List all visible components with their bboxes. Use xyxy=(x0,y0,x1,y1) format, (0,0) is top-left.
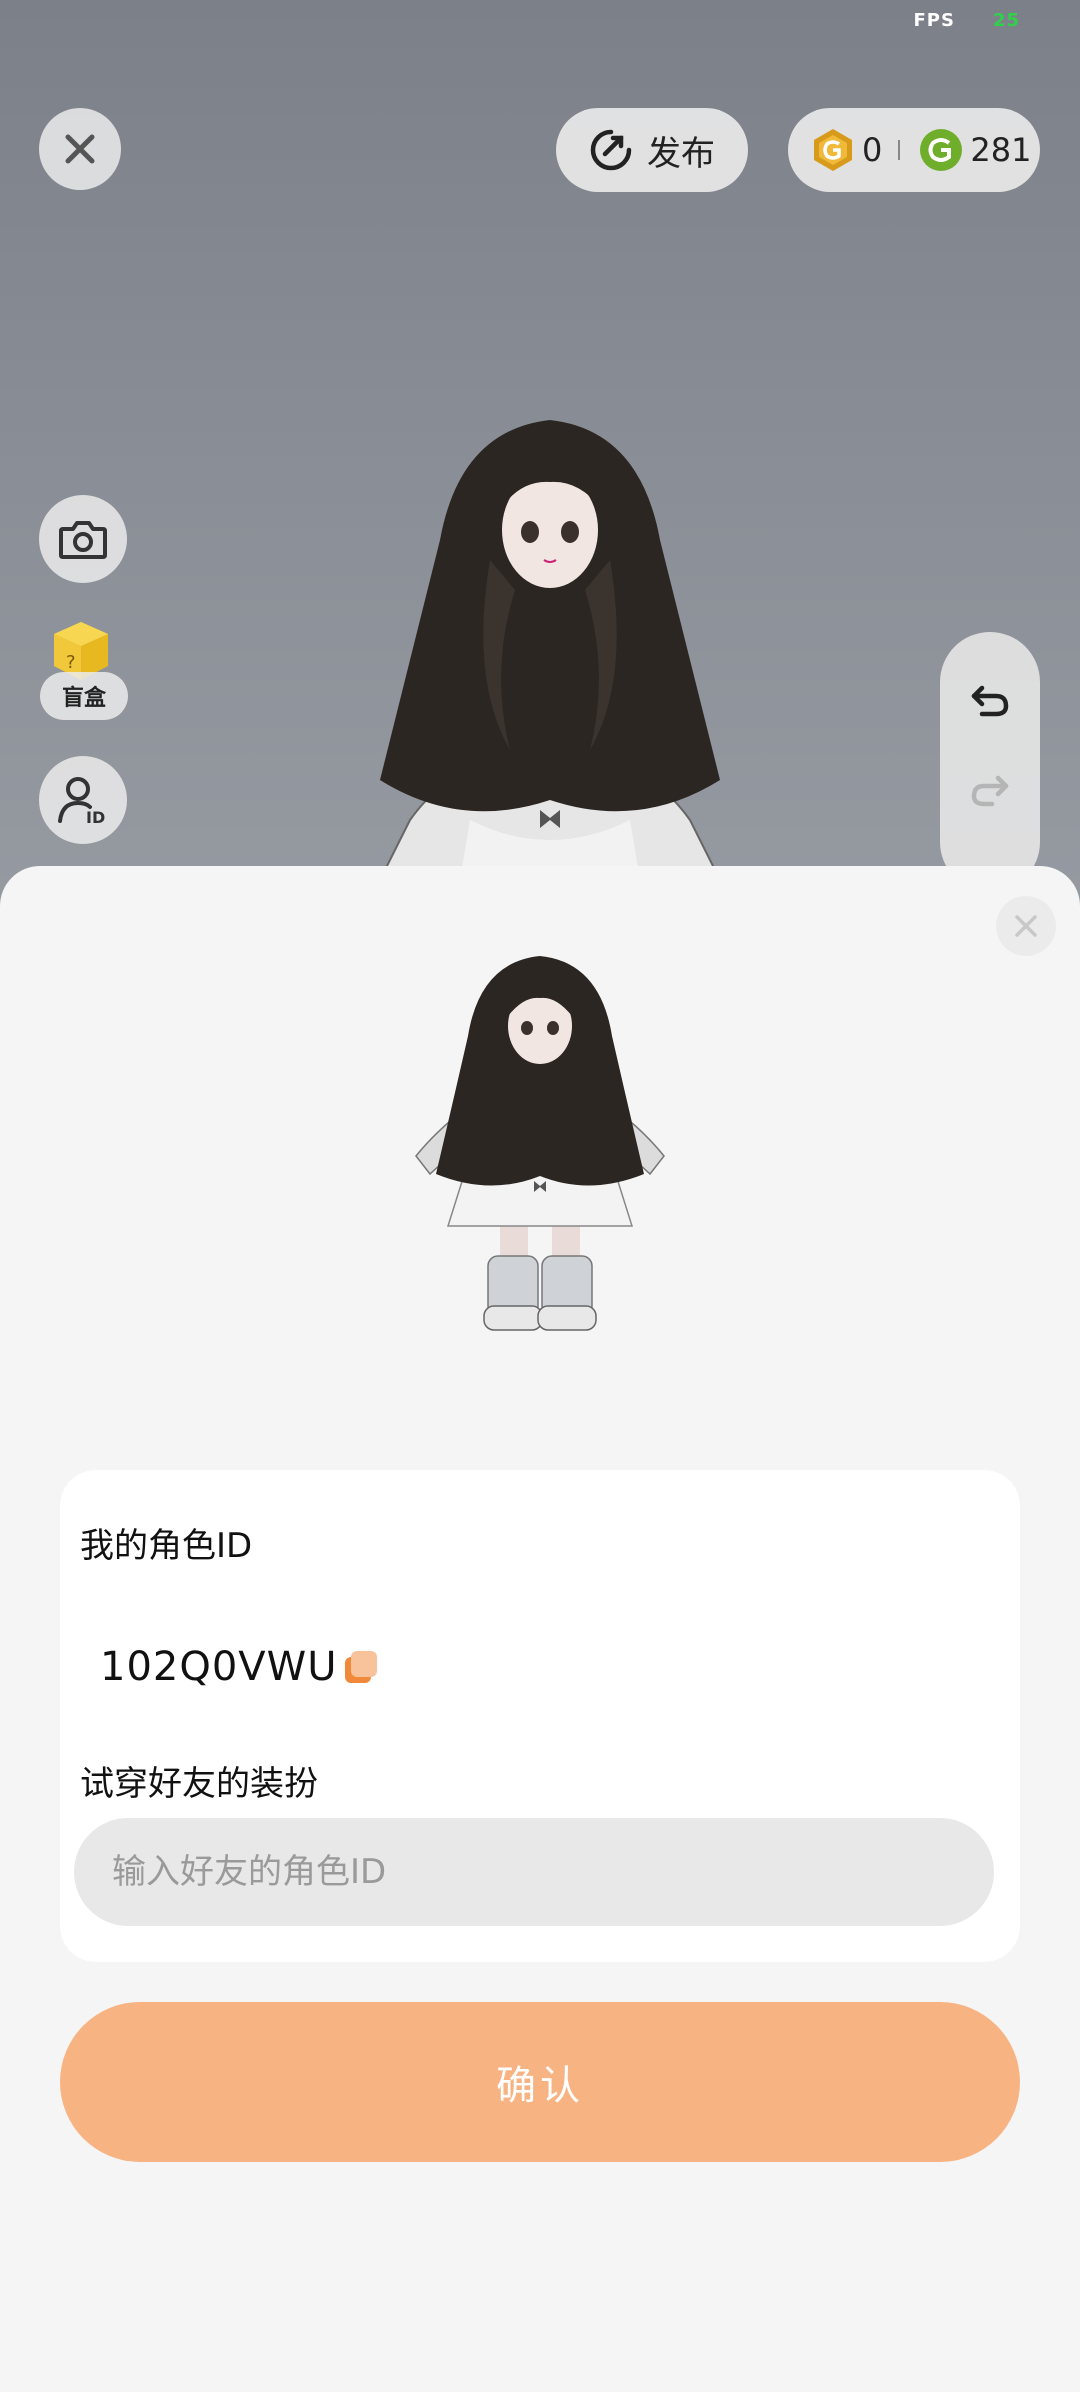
my-id-row: 102Q0VWU xyxy=(100,1644,381,1690)
blind-box-button[interactable]: ? 盲盒 xyxy=(40,618,128,722)
user-id-icon: ID xyxy=(58,777,105,827)
fps-label: FPS xyxy=(913,10,955,31)
green-coin-icon xyxy=(920,129,963,171)
character-id-button[interactable]: ID xyxy=(39,756,127,844)
try-on-label: 试穿好友的装扮 xyxy=(80,1764,318,1804)
confirm-button[interactable]: 确认 xyxy=(60,2002,1020,2162)
green-coin-value: 281 xyxy=(970,131,1032,169)
close-icon xyxy=(1015,915,1037,937)
undo-redo-panel xyxy=(940,632,1040,892)
redo-icon[interactable] xyxy=(968,772,1012,816)
blind-box-label-pill: 盲盒 xyxy=(40,672,128,720)
camera-icon xyxy=(59,521,107,559)
sheet-close-button[interactable] xyxy=(996,896,1056,956)
close-icon xyxy=(65,134,95,164)
publish-button[interactable]: 发布 xyxy=(556,108,748,192)
confirm-label: 确认 xyxy=(496,2063,584,2109)
character-id-sheet: 我的角色ID 102Q0VWU 试穿好友的装扮 确认 xyxy=(0,866,1080,2392)
publish-label: 发布 xyxy=(647,133,715,174)
character-id-card: 我的角色ID 102Q0VWU 试穿好友的装扮 xyxy=(60,1470,1020,1962)
camera-button[interactable] xyxy=(39,495,127,583)
my-id-label: 我的角色ID xyxy=(80,1526,253,1566)
blind-box-label: 盲盒 xyxy=(61,686,106,711)
publish-icon xyxy=(590,129,632,171)
copy-icon[interactable] xyxy=(341,1647,381,1687)
my-id-value: 102Q0VWU xyxy=(100,1644,338,1690)
undo-icon[interactable] xyxy=(968,676,1012,720)
close-button[interactable] xyxy=(39,108,121,190)
currency-balance[interactable]: 0 281 xyxy=(788,108,1040,192)
avatar-full-preview xyxy=(415,956,665,1331)
svg-text:?: ? xyxy=(66,652,76,673)
svg-text:ID: ID xyxy=(86,808,105,827)
avatar-preview-scene[interactable] xyxy=(340,420,760,880)
gold-coin-icon xyxy=(814,129,852,171)
fps-counter: FPS 25 xyxy=(913,10,1020,31)
currency-divider xyxy=(898,140,901,160)
gold-coin-value: 0 xyxy=(862,131,883,169)
fps-value: 25 xyxy=(992,10,1020,31)
friend-id-input[interactable] xyxy=(74,1818,994,1926)
